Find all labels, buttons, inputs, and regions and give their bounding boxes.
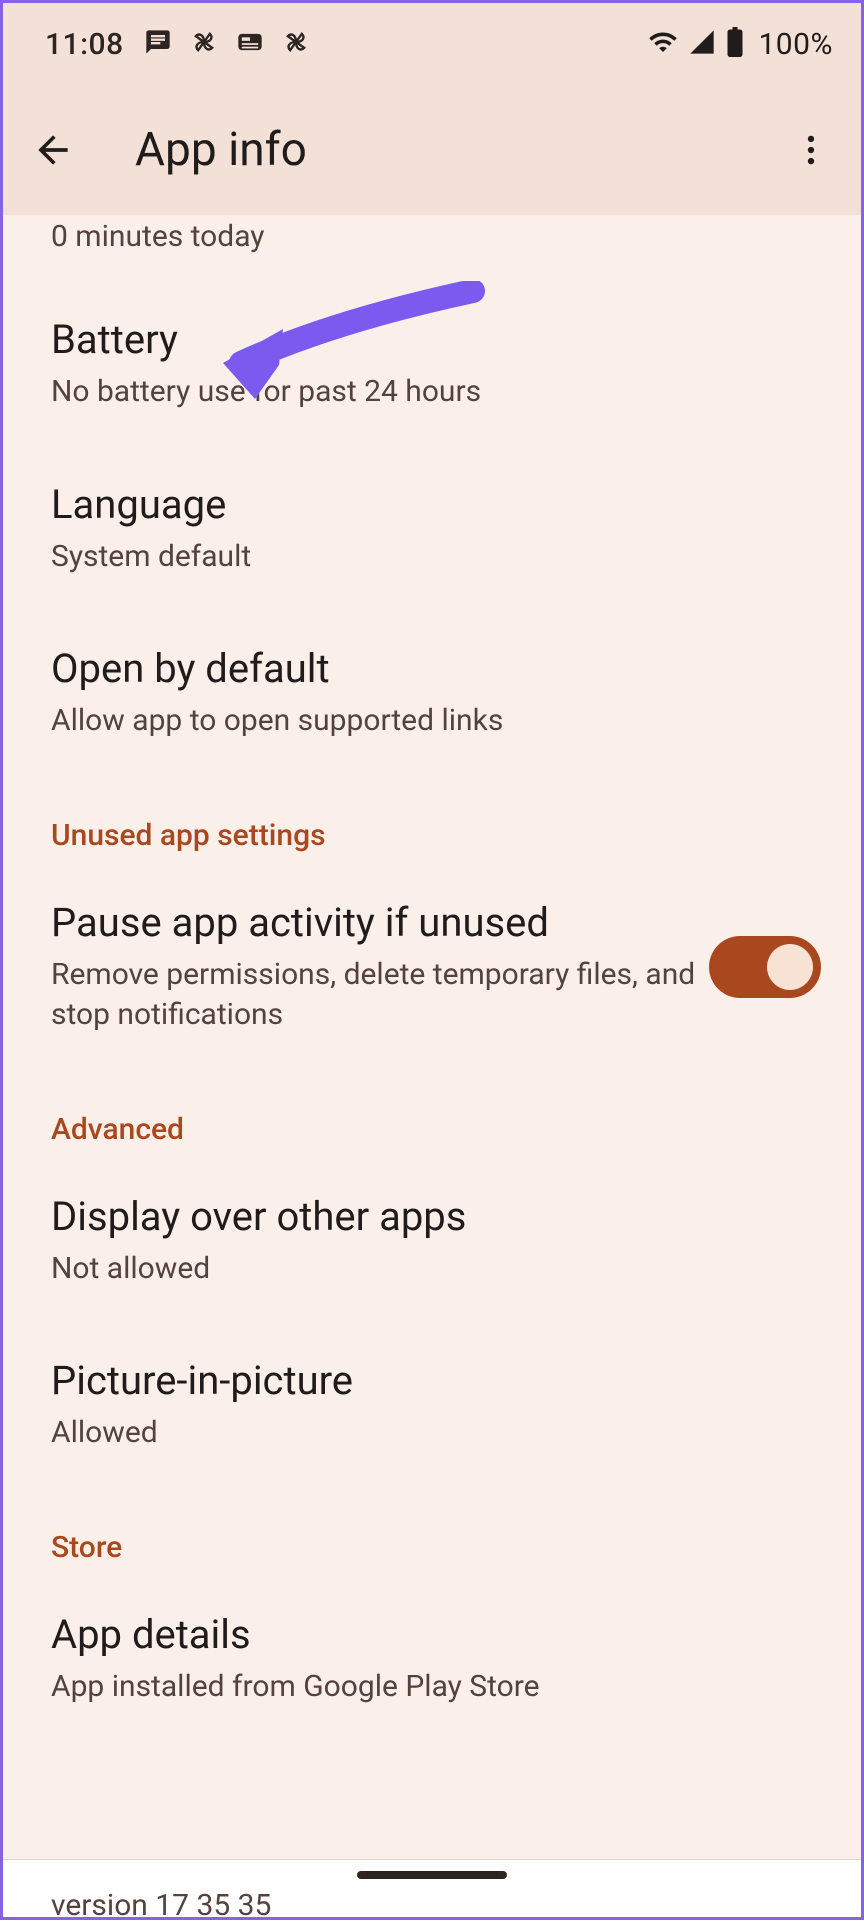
setting-app-details[interactable]: App details App installed from Google Pl… xyxy=(3,1577,861,1742)
pinwheel-icon xyxy=(190,28,218,60)
setting-subtitle: No battery use for past 24 hours xyxy=(51,372,813,413)
cellular-icon xyxy=(688,28,716,60)
setting-subtitle: Not allowed xyxy=(51,1249,813,1290)
setting-title: Open by default xyxy=(51,645,813,693)
setting-title: Pause app activity if unused xyxy=(51,899,701,947)
back-button[interactable] xyxy=(21,118,85,182)
setting-language[interactable]: Language System default xyxy=(3,447,861,612)
more-vert-icon xyxy=(792,131,830,169)
setting-open-by-default[interactable]: Open by default Allow app to open suppor… xyxy=(3,611,861,776)
settings-content[interactable]: 0 minutes today Battery No battery use f… xyxy=(3,215,861,1917)
setting-subtitle: App installed from Google Play Store xyxy=(51,1667,813,1708)
setting-subtitle: Allowed xyxy=(51,1413,813,1454)
setting-title: Picture-in-picture xyxy=(51,1357,813,1405)
setting-subtitle: Allow app to open supported links xyxy=(51,701,813,742)
overflow-menu-button[interactable] xyxy=(779,118,843,182)
battery-percentage: 100% xyxy=(758,27,833,62)
section-header-advanced: Advanced xyxy=(3,1070,861,1159)
wifi-icon xyxy=(648,27,678,61)
setting-title: Language xyxy=(51,481,813,529)
battery-icon xyxy=(726,27,744,61)
setting-title: Display over other apps xyxy=(51,1193,813,1241)
setting-battery[interactable]: Battery No battery use for past 24 hours xyxy=(3,282,861,447)
section-header-store: Store xyxy=(3,1488,861,1577)
page-title: App info xyxy=(135,123,779,177)
setting-subtitle: Remove permissions, delete temporary fil… xyxy=(51,955,701,1036)
version-text: version 17 35 35 xyxy=(51,1888,271,1917)
message-icon xyxy=(144,28,172,60)
pinwheel-icon-2 xyxy=(282,28,310,60)
section-header-unused: Unused app settings xyxy=(3,776,861,865)
screen-time-subtitle: 0 minutes today xyxy=(3,215,861,282)
setting-title: Battery xyxy=(51,316,813,364)
setting-display-over-apps[interactable]: Display over other apps Not allowed xyxy=(3,1159,861,1324)
app-bar: App info xyxy=(3,85,861,215)
status-time: 11:08 xyxy=(45,27,124,62)
setting-title: App details xyxy=(51,1611,813,1659)
bottom-area: version 17 35 35 xyxy=(3,1859,861,1917)
toggle-pause-unused[interactable] xyxy=(709,936,821,998)
news-icon xyxy=(236,28,264,60)
setting-pause-unused[interactable]: Pause app activity if unused Remove perm… xyxy=(3,865,861,1070)
arrow-back-icon xyxy=(31,128,75,172)
setting-subtitle: System default xyxy=(51,537,813,578)
status-bar: 11:08 xyxy=(3,3,861,85)
setting-picture-in-picture[interactable]: Picture-in-picture Allowed xyxy=(3,1323,861,1488)
gesture-nav-bar[interactable] xyxy=(357,1871,507,1879)
